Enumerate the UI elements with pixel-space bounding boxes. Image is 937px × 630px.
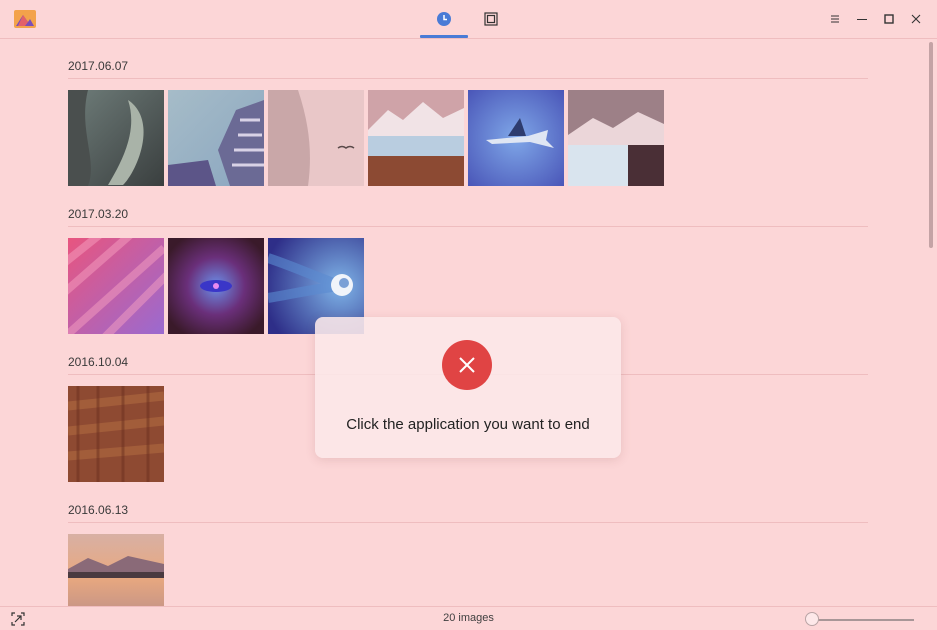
status-bar: 20 images	[0, 606, 937, 630]
group-divider	[68, 78, 868, 79]
group-date: 2017.06.07	[68, 59, 129, 73]
minimize-icon	[857, 19, 867, 20]
close-icon	[459, 357, 475, 373]
photo-thumbnail[interactable]	[68, 534, 164, 606]
photo-thumbnail[interactable]	[468, 90, 564, 186]
album-icon	[484, 12, 498, 26]
menu-icon	[831, 15, 839, 23]
photo-thumbnail[interactable]	[568, 90, 664, 186]
clock-icon	[437, 12, 451, 26]
photo-thumbnail[interactable]	[68, 238, 164, 334]
maximize-icon	[884, 14, 894, 24]
app-logo-icon	[14, 10, 36, 28]
vertical-scrollbar[interactable]	[929, 42, 933, 248]
group-divider	[68, 226, 868, 227]
photo-thumbnail[interactable]	[68, 386, 164, 482]
photo-thumbnail[interactable]	[168, 238, 264, 334]
photo-thumbnail[interactable]	[368, 90, 464, 186]
active-tab-indicator	[420, 35, 468, 38]
title-bar	[0, 0, 937, 39]
toast-message: Click the application you want to end	[346, 416, 590, 433]
maximize-button[interactable]	[878, 9, 900, 29]
group-date: 2016.06.13	[68, 503, 129, 517]
tab-timeline[interactable]	[420, 0, 468, 38]
tab-albums[interactable]	[468, 0, 514, 38]
group-divider	[68, 522, 868, 523]
photo-thumbnail[interactable]	[168, 90, 264, 186]
image-viewer-window: 2017.06.07 2017.03.20 2016.10.04 2016.06…	[0, 0, 937, 630]
minimize-button[interactable]	[851, 9, 873, 29]
kill-app-toast: Click the application you want to end	[315, 317, 621, 458]
photo-thumbnail[interactable]	[268, 90, 364, 186]
menu-button[interactable]	[824, 9, 846, 29]
zoom-slider-track[interactable]	[812, 619, 914, 621]
close-button[interactable]	[905, 9, 927, 29]
image-count: 20 images	[443, 612, 494, 624]
group-date: 2016.10.04	[68, 355, 129, 369]
toast-icon-circle	[442, 340, 492, 390]
zoom-slider-handle[interactable]	[805, 612, 819, 626]
photo-thumbnail[interactable]	[68, 90, 164, 186]
group-date: 2017.03.20	[68, 207, 129, 221]
close-window-icon	[911, 14, 921, 24]
